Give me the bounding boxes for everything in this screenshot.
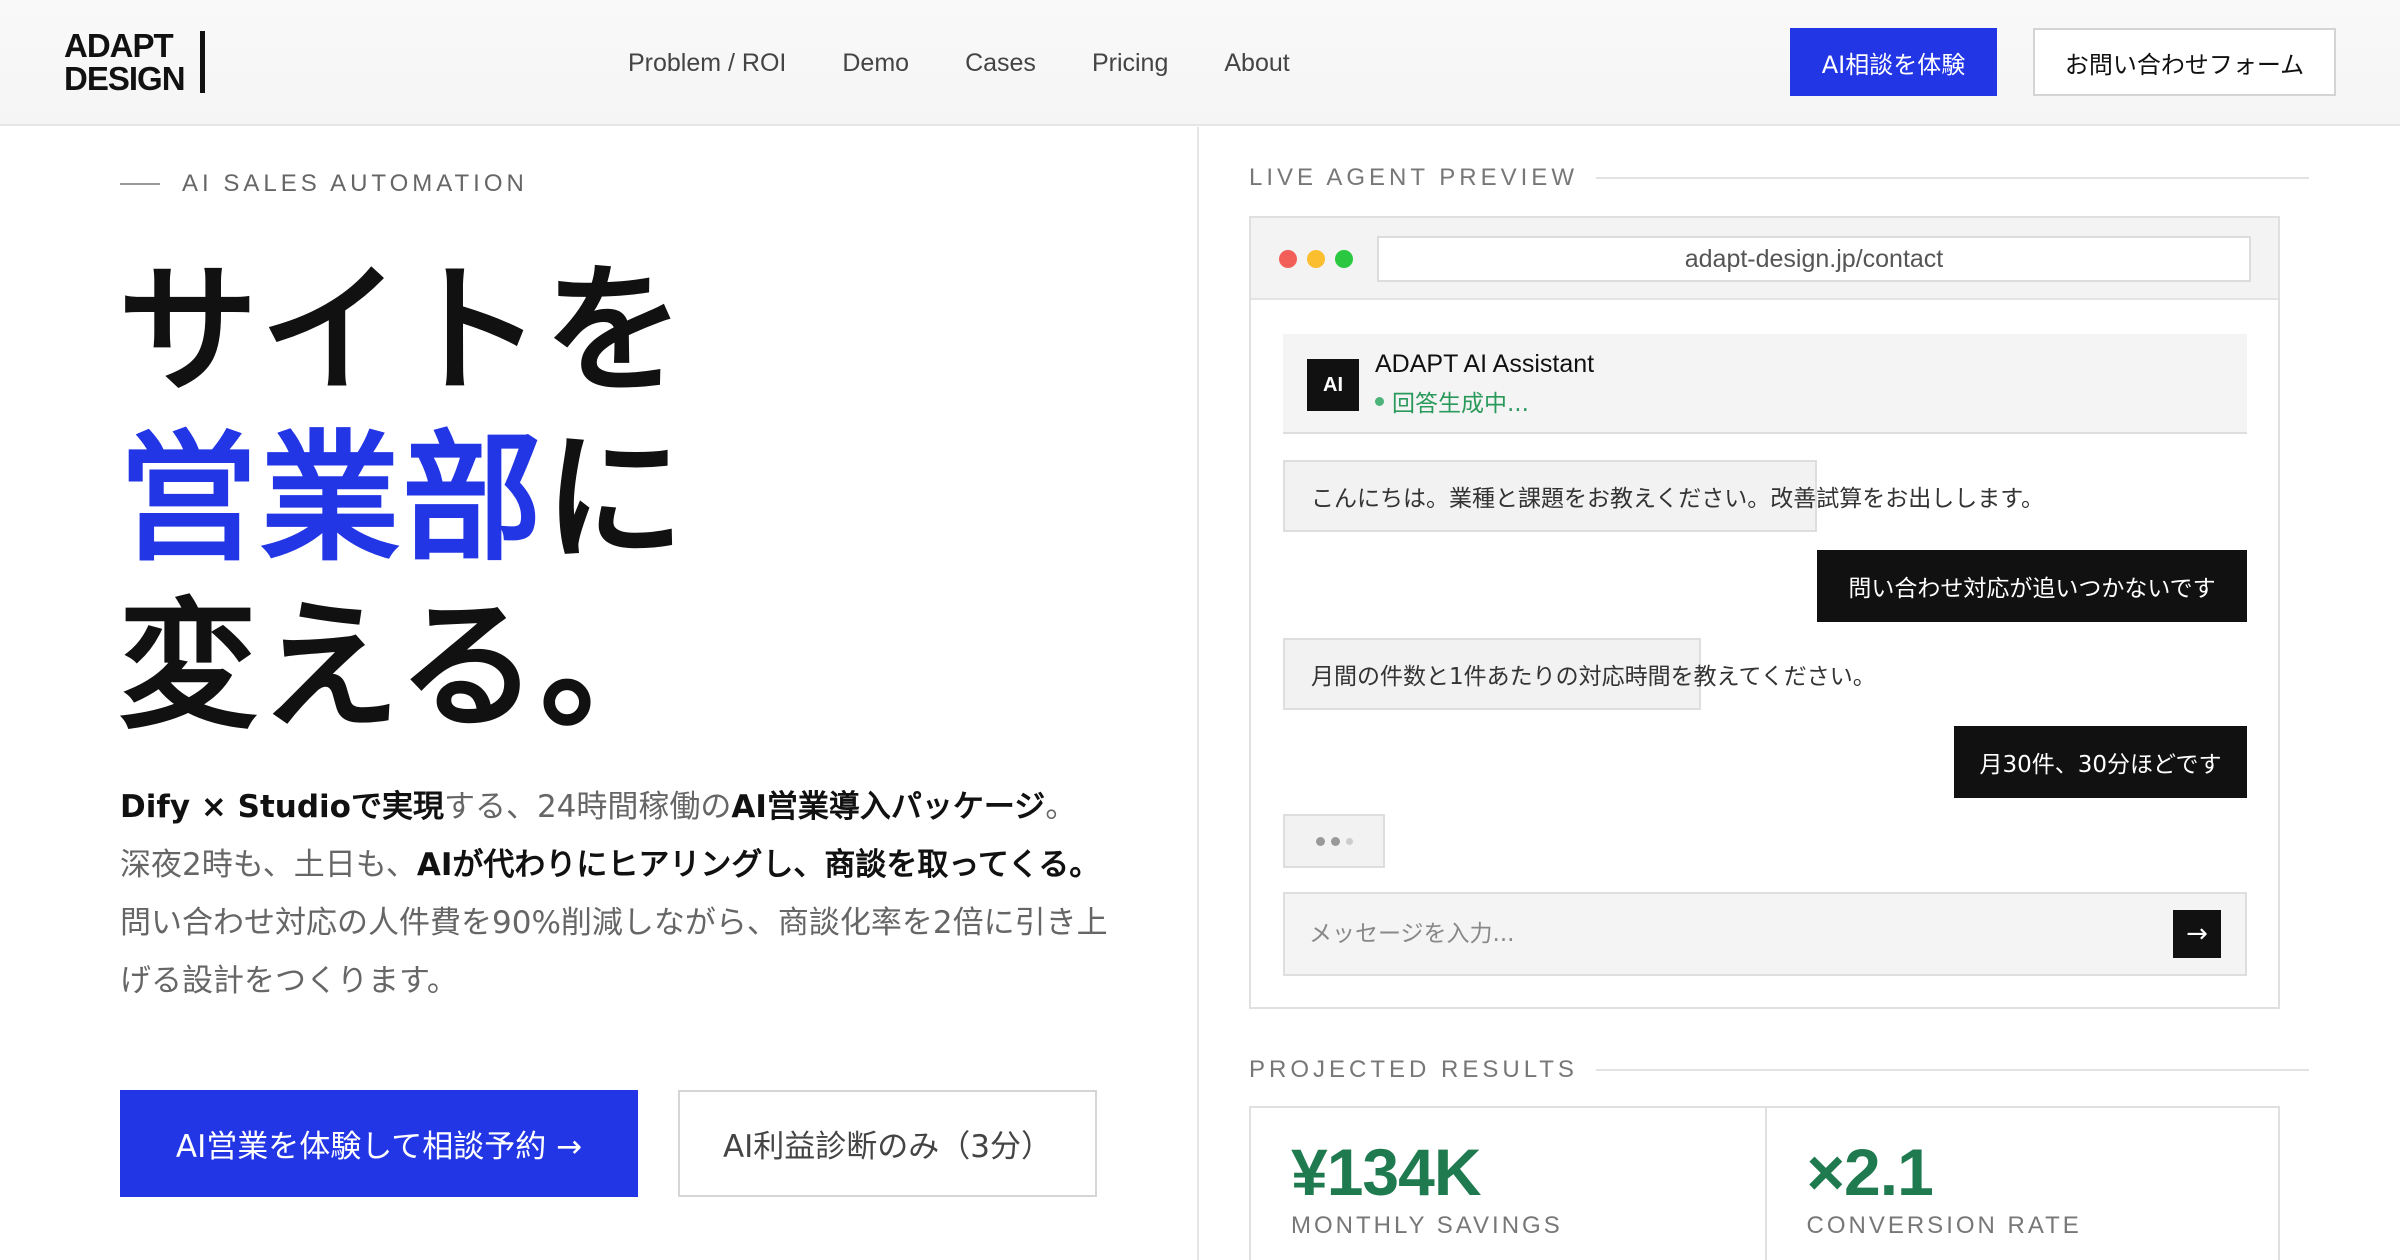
nav-pricing[interactable]: Pricing [1092, 44, 1168, 82]
results-label-rule [1595, 1069, 2309, 1071]
eyebrow-text: AI SALES AUTOMATION [182, 170, 528, 197]
result-label: CONVERSION RATE [1806, 1212, 2082, 1239]
hero-eyebrow: AI SALES AUTOMATION [120, 170, 528, 198]
desc-p2-bold: AIが代わりにヒアリングし、商談を取ってくる。 [416, 847, 1101, 883]
send-arrow-icon[interactable]: → [2173, 910, 2221, 958]
agent-name: ADAPT AI Assistant [1375, 350, 1595, 378]
nav-problem-roi[interactable]: Problem / ROI [628, 44, 786, 82]
agent-header: AI ADAPT AI Assistant 回答生成中... [1283, 334, 2247, 434]
headline-line2-rest: に [544, 418, 687, 581]
typing-dot [1315, 836, 1325, 846]
typing-dot [1345, 837, 1353, 845]
nav-demo[interactable]: Demo [842, 44, 909, 82]
browser-mockup: adapt-design.jp/contact AI ADAPT AI Assi… [1249, 216, 2280, 1009]
window-close-dot [1279, 250, 1297, 268]
typing-indicator [1283, 814, 1385, 868]
agent-avatar: AI [1307, 359, 1359, 411]
ai-consult-button[interactable]: AI相談を体験 [1790, 28, 1997, 96]
hero-headline: サイトを 営業部に 変える。 [118, 248, 686, 752]
desc-end: 。 [1045, 789, 1077, 825]
window-minimize-dot [1307, 250, 1325, 268]
logo-bar [200, 31, 205, 93]
main-nav: Problem / ROI Demo Cases Pricing About [628, 44, 1290, 82]
logo-line1: ADAPT [64, 27, 174, 64]
address-bar[interactable]: adapt-design.jp/contact [1377, 236, 2251, 282]
profit-diagnosis-button[interactable]: AI利益診断のみ（3分） [678, 1090, 1097, 1197]
desc-p2-start: 深夜2時も、土日も、 [120, 847, 417, 883]
message-input[interactable] [1285, 894, 2145, 974]
message-composer: → [1283, 892, 2247, 976]
hero-description: Dify × Studioで実現する、24時間稼働のAI営業導入パッケージ。 深… [120, 778, 1140, 1010]
logo-line2: DESIGN [64, 60, 186, 97]
eyebrow-line [120, 183, 160, 185]
chat-message-ai-1: こんにちは。業種と課題をお教えください。改善試算をお出しします。 [1283, 460, 2044, 532]
nav-about[interactable]: About [1224, 44, 1289, 82]
result-conversion-rate: ×2.1 CONVERSION RATE [1764, 1108, 2279, 1260]
result-monthly-savings: ¥134K MONTHLY SAVINGS [1251, 1108, 1765, 1260]
preview-label-rule [1595, 177, 2309, 179]
experience-and-book-button[interactable]: AI営業を体験して相談予約 → [120, 1090, 638, 1197]
result-value: ¥134K [1291, 1135, 1481, 1209]
nav-cases[interactable]: Cases [965, 44, 1036, 82]
desc-p4: げる設計をつくります。 [120, 963, 458, 999]
results-label-text: PROJECTED RESULTS [1249, 1056, 1578, 1083]
desc-bold-b: AI営業導入パッケージ [731, 789, 1046, 825]
preview-section-label: LIVE AGENT PREVIEW [1249, 164, 2309, 192]
results-panel: ¥134K MONTHLY SAVINGS ×2.1 CONVERSION RA… [1249, 1106, 2280, 1260]
desc-bold-a: Dify × Studioで実現 [120, 789, 444, 825]
headline-accent: 営業部 [118, 418, 545, 581]
column-divider [1197, 127, 1199, 1260]
window-zoom-dot [1335, 250, 1353, 268]
desc-p3: 問い合わせ対応の人件費を90%削減しながら、商談化率を2倍に引き上 [120, 905, 1108, 941]
site-header: ADAPT DESIGN Problem / ROI Demo Cases Pr… [0, 0, 2400, 126]
logo[interactable]: ADAPT DESIGN [64, 29, 210, 95]
chat-message-user-1: 問い合わせ対応が追いつかないです [1817, 550, 2247, 622]
agent-status-text: 回答生成中... [1392, 391, 1529, 417]
desc-mid: する、24時間稼働の [443, 789, 732, 825]
typing-dot [1330, 836, 1340, 846]
status-dot-icon [1375, 396, 1384, 406]
chat-message-user-2: 月30件、30分ほどです [1954, 726, 2247, 798]
preview-label-text: LIVE AGENT PREVIEW [1249, 164, 1578, 191]
result-label: MONTHLY SAVINGS [1291, 1212, 1563, 1239]
contact-form-button[interactable]: お問い合わせフォーム [2033, 28, 2336, 96]
agent-status: 回答生成中... [1375, 384, 1529, 418]
headline-line3: 変える。 [118, 586, 682, 749]
chat-message-ai-2: 月間の件数と1件あたりの対応時間を教えてください。 [1283, 638, 1876, 710]
result-value: ×2.1 [1806, 1135, 1934, 1209]
results-section-label: PROJECTED RESULTS [1249, 1056, 2309, 1084]
browser-toolbar: adapt-design.jp/contact [1251, 218, 2278, 300]
headline-line1: サイトを [118, 250, 687, 413]
